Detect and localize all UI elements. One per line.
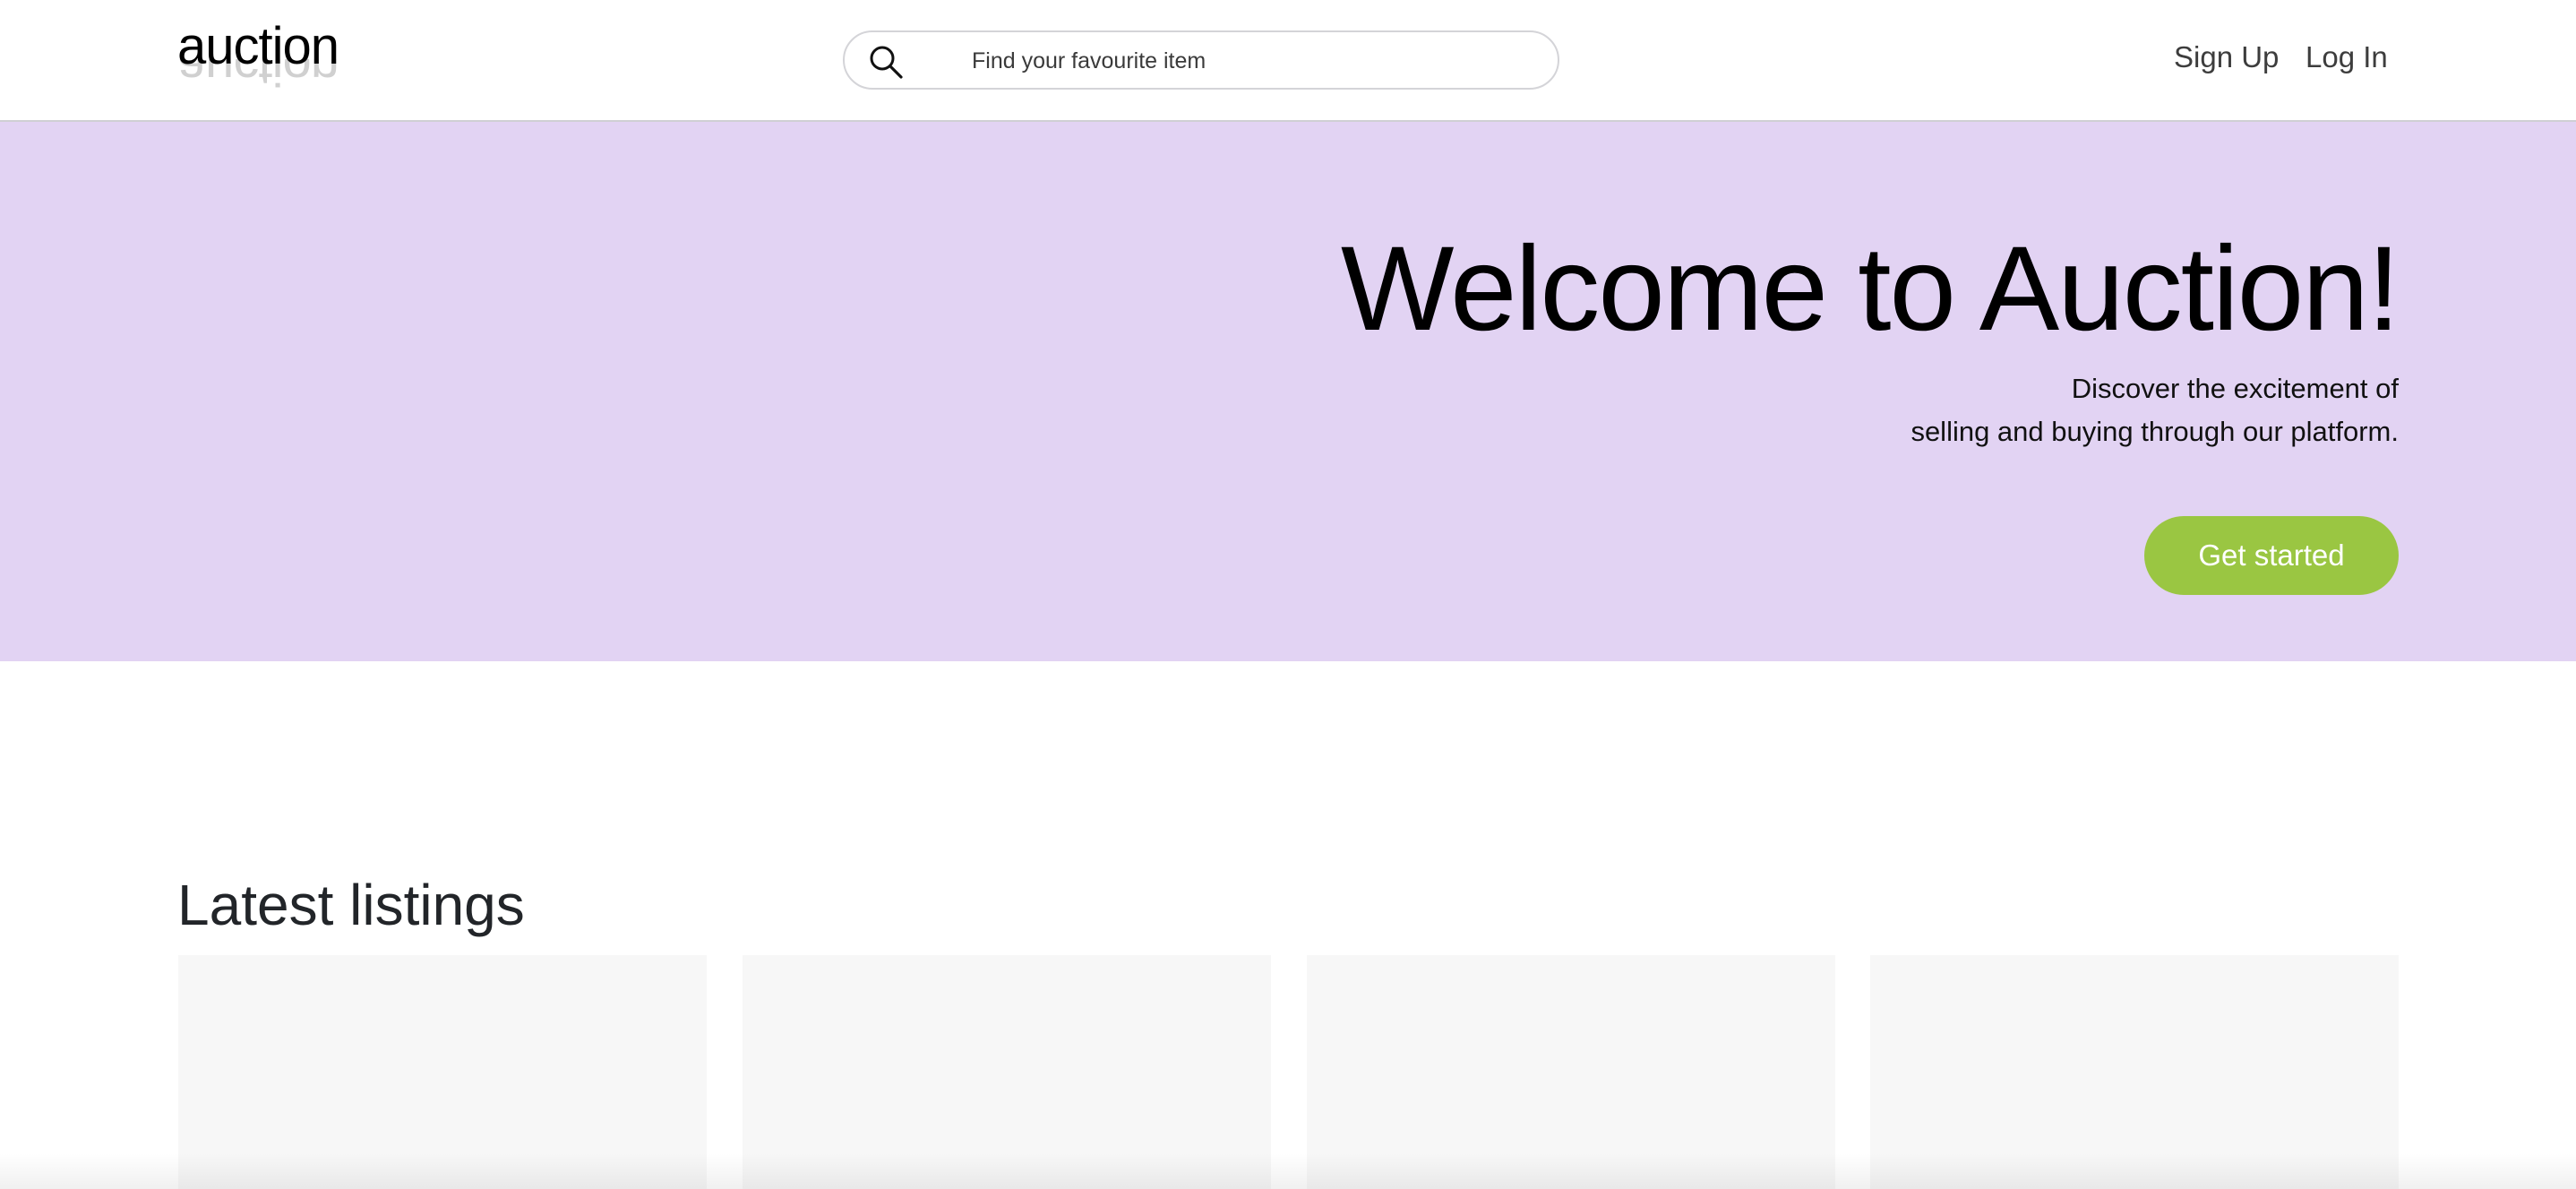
search-icon[interactable] [868,44,904,80]
listing-card[interactable] [1870,955,2399,1189]
listing-card[interactable] [743,955,1271,1189]
logo-reflection: auction [177,59,339,95]
search-input[interactable] [970,32,1529,90]
page: auction auction Sign Up Log In Welcome t… [0,0,2576,1189]
signup-link[interactable]: Sign Up [2174,39,2279,75]
site-header: auction auction Sign Up Log In [0,0,2576,122]
latest-listings-title: Latest listings [177,873,525,937]
login-link[interactable]: Log In [2306,39,2388,75]
search-bar [843,30,1559,90]
hero-subtitle: Discover the excitement of selling and b… [1911,367,2399,453]
hero-subtitle-line-2: selling and buying through our platform. [1911,416,2399,447]
listing-card[interactable] [1307,955,1835,1189]
hero-title: Welcome to Auction! [1340,222,2400,356]
hero-subtitle-line-1: Discover the excitement of [2071,373,2399,404]
hero-banner: Welcome to Auction! Discover the excitem… [0,122,2576,661]
listing-card[interactable] [178,955,707,1189]
get-started-button[interactable]: Get started [2144,516,2399,595]
logo[interactable]: auction auction [177,18,348,104]
